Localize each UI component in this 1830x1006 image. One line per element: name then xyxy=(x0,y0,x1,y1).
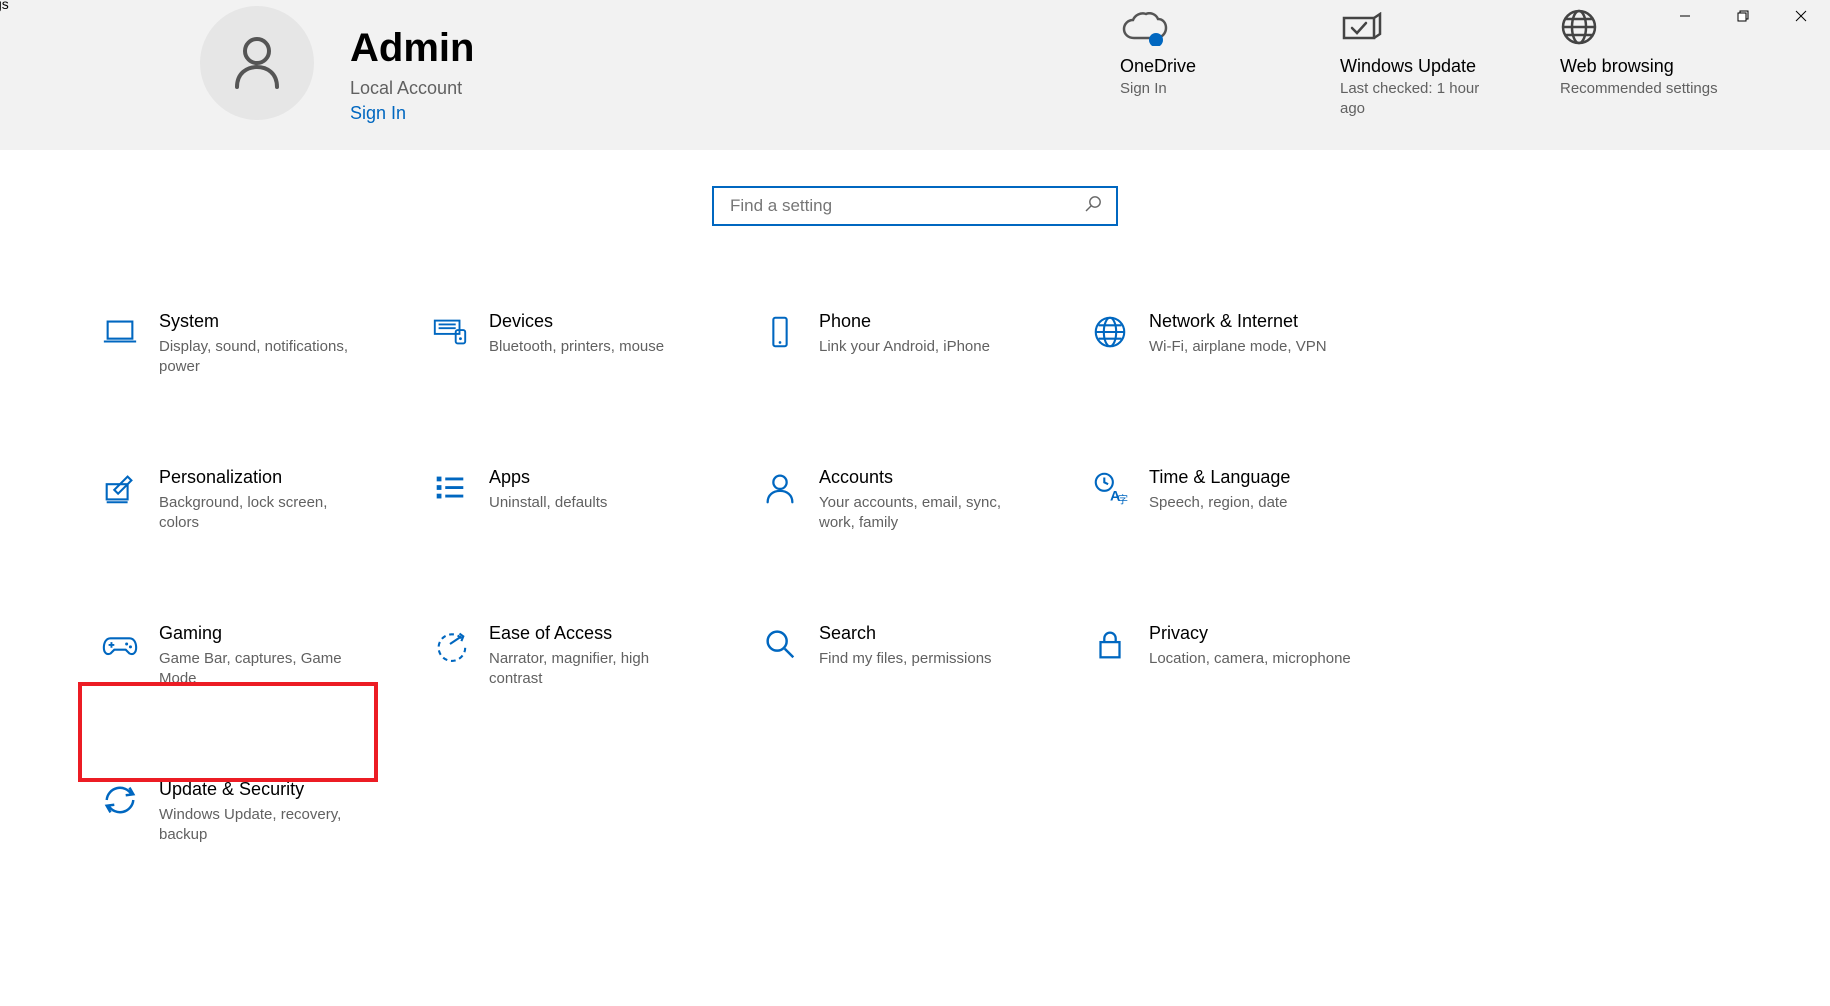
onedrive-icon xyxy=(1120,6,1280,46)
accessibility-icon xyxy=(429,623,471,665)
svg-text:字: 字 xyxy=(1118,493,1128,506)
category-desc: Speech, region, date xyxy=(1149,493,1290,513)
lock-icon xyxy=(1089,623,1131,665)
paint-icon xyxy=(99,467,141,509)
list-icon xyxy=(429,467,471,509)
category-title: Update & Security xyxy=(159,779,369,801)
category-system[interactable]: System Display, sound, notifications, po… xyxy=(90,302,410,386)
user-silhouette-icon xyxy=(225,29,289,98)
avatar xyxy=(200,6,314,120)
category-network[interactable]: Network & Internet Wi-Fi, airplane mode,… xyxy=(1080,302,1400,386)
category-phone[interactable]: Phone Link your Android, iPhone xyxy=(750,302,1070,386)
category-desc: Windows Update, recovery, backup xyxy=(159,805,369,846)
clock-language-icon: A 字 xyxy=(1089,467,1131,509)
status-card-subtitle: Sign In xyxy=(1120,79,1280,99)
update-badge-icon xyxy=(1340,6,1500,46)
phone-icon xyxy=(759,311,801,353)
category-search[interactable]: Search Find my files, permissions xyxy=(750,614,1070,698)
status-card-subtitle: Recommended settings xyxy=(1560,79,1720,99)
category-devices[interactable]: Devices Bluetooth, printers, mouse xyxy=(420,302,740,386)
category-title: Devices xyxy=(489,311,664,333)
close-button[interactable] xyxy=(1772,0,1830,32)
laptop-icon xyxy=(99,311,141,353)
category-desc: Find my files, permissions xyxy=(819,649,992,669)
window-controls xyxy=(1656,0,1830,32)
category-desc: Location, camera, microphone xyxy=(1149,649,1351,669)
category-apps[interactable]: Apps Uninstall, defaults xyxy=(420,458,740,542)
status-card-title: Web browsing xyxy=(1560,56,1720,77)
gamepad-icon xyxy=(99,623,141,665)
category-update-security[interactable]: Update & Security Windows Update, recove… xyxy=(90,770,410,854)
status-card-windows-update[interactable]: Windows Update Last checked: 1 hour ago xyxy=(1340,6,1500,120)
category-title: Personalization xyxy=(159,467,369,489)
globe-icon xyxy=(1089,311,1131,353)
category-personalization[interactable]: Personalization Background, lock screen,… xyxy=(90,458,410,542)
sync-icon xyxy=(99,779,141,821)
search-icon xyxy=(1084,195,1102,218)
category-title: Ease of Access xyxy=(489,623,699,645)
category-title: Accounts xyxy=(819,467,1029,489)
status-card-title: OneDrive xyxy=(1120,56,1280,77)
category-accounts[interactable]: Accounts Your accounts, email, sync, wor… xyxy=(750,458,1070,542)
status-card-title: Windows Update xyxy=(1340,56,1500,77)
category-gaming[interactable]: Gaming Game Bar, captures, Game Mode xyxy=(90,614,410,698)
category-desc: Your accounts, email, sync, work, family xyxy=(819,493,1029,534)
category-title: System xyxy=(159,311,369,333)
category-title: Privacy xyxy=(1149,623,1351,645)
category-title: Network & Internet xyxy=(1149,311,1327,333)
status-card-onedrive[interactable]: OneDrive Sign In xyxy=(1120,6,1280,120)
search-box[interactable] xyxy=(712,186,1118,226)
category-time-language[interactable]: A 字 Time & Language Speech, region, date xyxy=(1080,458,1400,542)
window-title-fragment: gs xyxy=(0,0,9,12)
minimize-button[interactable] xyxy=(1656,0,1714,32)
category-title: Time & Language xyxy=(1149,467,1290,489)
category-desc: Game Bar, captures, Game Mode xyxy=(159,649,369,690)
category-desc: Uninstall, defaults xyxy=(489,493,607,513)
category-desc: Background, lock screen, colors xyxy=(159,493,369,534)
category-grid: System Display, sound, notifications, po… xyxy=(90,302,1400,854)
status-card-subtitle: Last checked: 1 hour ago xyxy=(1340,79,1500,120)
category-title: Gaming xyxy=(159,623,369,645)
category-title: Search xyxy=(819,623,992,645)
search-icon xyxy=(759,623,801,665)
user-name: Admin xyxy=(350,28,474,68)
maximize-button[interactable] xyxy=(1714,0,1772,32)
category-desc: Narrator, magnifier, high contrast xyxy=(489,649,699,690)
category-desc: Link your Android, iPhone xyxy=(819,337,990,357)
keyboard-icon xyxy=(429,311,471,353)
category-ease-of-access[interactable]: Ease of Access Narrator, magnifier, high… xyxy=(420,614,740,698)
category-desc: Wi-Fi, airplane mode, VPN xyxy=(1149,337,1327,357)
account-banner: Admin Local Account Sign In OneDrive Sig… xyxy=(0,0,1830,150)
category-desc: Bluetooth, printers, mouse xyxy=(489,337,664,357)
sign-in-link[interactable]: Sign In xyxy=(350,103,474,124)
category-privacy[interactable]: Privacy Location, camera, microphone xyxy=(1080,614,1400,698)
category-title: Phone xyxy=(819,311,990,333)
person-icon xyxy=(759,467,801,509)
category-title: Apps xyxy=(489,467,607,489)
category-desc: Display, sound, notifications, power xyxy=(159,337,369,378)
account-type: Local Account xyxy=(350,78,474,99)
search-input[interactable] xyxy=(728,195,1084,217)
